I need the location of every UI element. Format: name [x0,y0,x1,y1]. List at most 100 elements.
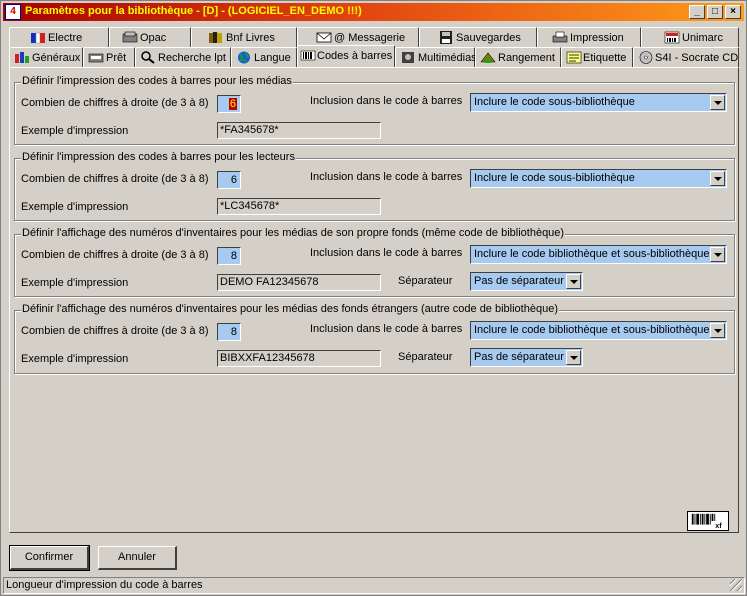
chevron-down-icon[interactable] [710,95,725,110]
group-reader-barcode: Définir l'impression des codes à barres … [14,151,735,221]
separator-select[interactable]: Pas de séparateur [470,272,583,291]
storage-icon [480,52,496,63]
tab-unimarc-label: Unimarc [682,32,723,44]
status-text: Longueur d'impression du code à barres [6,579,203,591]
group-own-inventory: Définir l'affichage des numéros d'invent… [14,227,735,297]
app-logo-glyph: 4 [10,6,16,17]
tab-opac-label: Opac [140,32,167,44]
label-icon [566,51,582,64]
inclusion-value: Inclure le code sous-bibliothèque [474,172,635,184]
inclusion-value: Inclure le code bibliothèque et sous-bib… [474,324,710,336]
digits-input[interactable]: 8 [217,323,241,341]
tab-messagerie[interactable]: @ Messagerie [297,27,419,47]
tab-langue[interactable]: Langue [231,47,297,67]
cancel-button[interactable]: Annuler [98,546,177,570]
maximize-button[interactable]: □ [707,5,723,19]
tab-generaux[interactable]: Généraux [9,47,83,67]
digits-input[interactable]: 6 [217,95,241,113]
loan-icon [88,53,104,63]
tab-sauvegardes[interactable]: Sauvegardes [419,27,537,47]
digits-label: Combien de chiffres à droite (de 3 à 8) [21,325,209,337]
separator-label: Séparateur [398,275,453,287]
window-title: Paramètres pour la bibliothèque - [D] - … [25,5,362,17]
tab-pret[interactable]: Prêt [83,47,135,67]
printer-icon [552,31,568,43]
tab-rangement-label: Rangement [498,52,555,64]
group-title: Définir l'affichage des numéros d'invent… [21,227,566,239]
tab-electre[interactable]: Electre [9,27,109,47]
tab-s4i-label: S4I - Socrate CD [655,52,739,64]
digits-label: Combien de chiffres à droite (de 3 à 8) [21,97,209,109]
tab-recherche-label: Recherche lpt [158,52,226,64]
close-button[interactable]: × [725,5,741,19]
chevron-down-icon[interactable] [566,274,581,289]
digits-label: Combien de chiffres à droite (de 3 à 8) [21,249,209,261]
separator-value: Pas de séparateur [474,275,564,287]
title-bar[interactable]: 4 Paramètres pour la bibliothèque - [D] … [3,3,744,21]
inclusion-select[interactable]: Inclure le code bibliothèque et sous-bib… [470,245,727,264]
digits-input[interactable]: 6 [217,171,241,189]
tab-recherche[interactable]: Recherche lpt [135,47,231,67]
tab-codes-a-barres[interactable]: Codes à barres [297,45,395,67]
tab-row-back: Electre Opac Bnf Livres @ Messagerie Sau… [9,27,739,47]
app-icon: 4 [5,4,21,20]
tab-electre-label: Electre [48,32,83,44]
books-icon [209,32,222,43]
inclusion-select[interactable]: Inclure le code sous-bibliothèque [470,169,727,188]
digits-value: 8 [230,326,237,338]
chevron-down-icon[interactable] [710,323,725,338]
mail-icon [316,32,332,43]
chevron-down-icon[interactable] [710,171,725,186]
tab-pret-label: Prêt [106,52,127,64]
tab-rangement[interactable]: Rangement [475,47,561,67]
chevron-down-icon[interactable] [710,247,725,262]
digits-value: 6 [230,174,237,186]
tab-s4i[interactable]: S4I - Socrate CD [633,47,739,67]
separator-select[interactable]: Pas de séparateur [470,348,583,367]
group-foreign-inventory: Définir l'affichage des numéros d'invent… [14,303,735,374]
chevron-down-icon[interactable] [566,350,581,365]
general-icon [15,52,29,63]
example-label: Exemple d'impression [21,125,129,137]
tab-unimarc[interactable]: Unimarc [641,27,739,47]
resize-grip[interactable] [730,579,742,591]
example-label: Exemple d'impression [21,277,129,289]
digits-value: 8 [230,250,237,262]
tab-messagerie-label: @ Messagerie [334,32,406,44]
example-label: Exemple d'impression [21,201,129,213]
tab-opac[interactable]: Opac [109,27,191,47]
tab-multimedias[interactable]: Multimédias [395,47,477,67]
tab-impression[interactable]: Impression [537,27,641,47]
tab-panel-codes-a-barres: Définir l'impression des codes à barres … [9,67,739,533]
cd-icon [639,51,653,64]
tab-row-front: Généraux Prêt Recherche lpt Langue Codes… [9,45,739,67]
tab-generaux-label: Généraux [32,52,81,64]
group-title: Définir l'impression des codes à barres … [21,75,293,87]
digits-input[interactable]: 8 [217,247,241,265]
unimarc-icon [664,31,680,44]
tab-etiquette[interactable]: Etiquette [561,47,633,67]
inclusion-value: Inclure le code bibliothèque et sous-bib… [474,248,710,260]
settings-window: 4 Paramètres pour la bibliothèque - [D] … [0,0,747,596]
minimize-button[interactable]: _ [689,5,705,19]
multimedia-icon [402,52,414,63]
inclusion-select[interactable]: Inclure le code sous-bibliothèque [470,93,727,112]
globe-icon [238,51,250,64]
inclusion-label: Inclusion dans le code à barres [310,95,463,107]
example-field: *LC345678* [217,198,381,215]
cancel-button-label: Annuler [118,551,156,563]
tab-codes-a-barres-label: Codes à barres [317,50,393,62]
digits-value: 6 [228,98,237,110]
example-field: DEMO FA12345678 [217,274,381,291]
digits-label: Combien de chiffres à droite (de 3 à 8) [21,173,209,185]
search-icon [141,51,155,64]
electre-icon [31,32,45,44]
svg-text:xf: xf [715,521,722,530]
tab-bnf-livres[interactable]: Bnf Livres [191,27,297,47]
example-label: Exemple d'impression [21,353,129,365]
inclusion-value: Inclure le code sous-bibliothèque [474,96,635,108]
inclusion-select[interactable]: Inclure le code bibliothèque et sous-bib… [470,321,727,340]
separator-label: Séparateur [398,351,453,363]
confirm-button[interactable]: Confirmer [9,545,90,571]
example-field: *FA345678* [217,122,381,139]
